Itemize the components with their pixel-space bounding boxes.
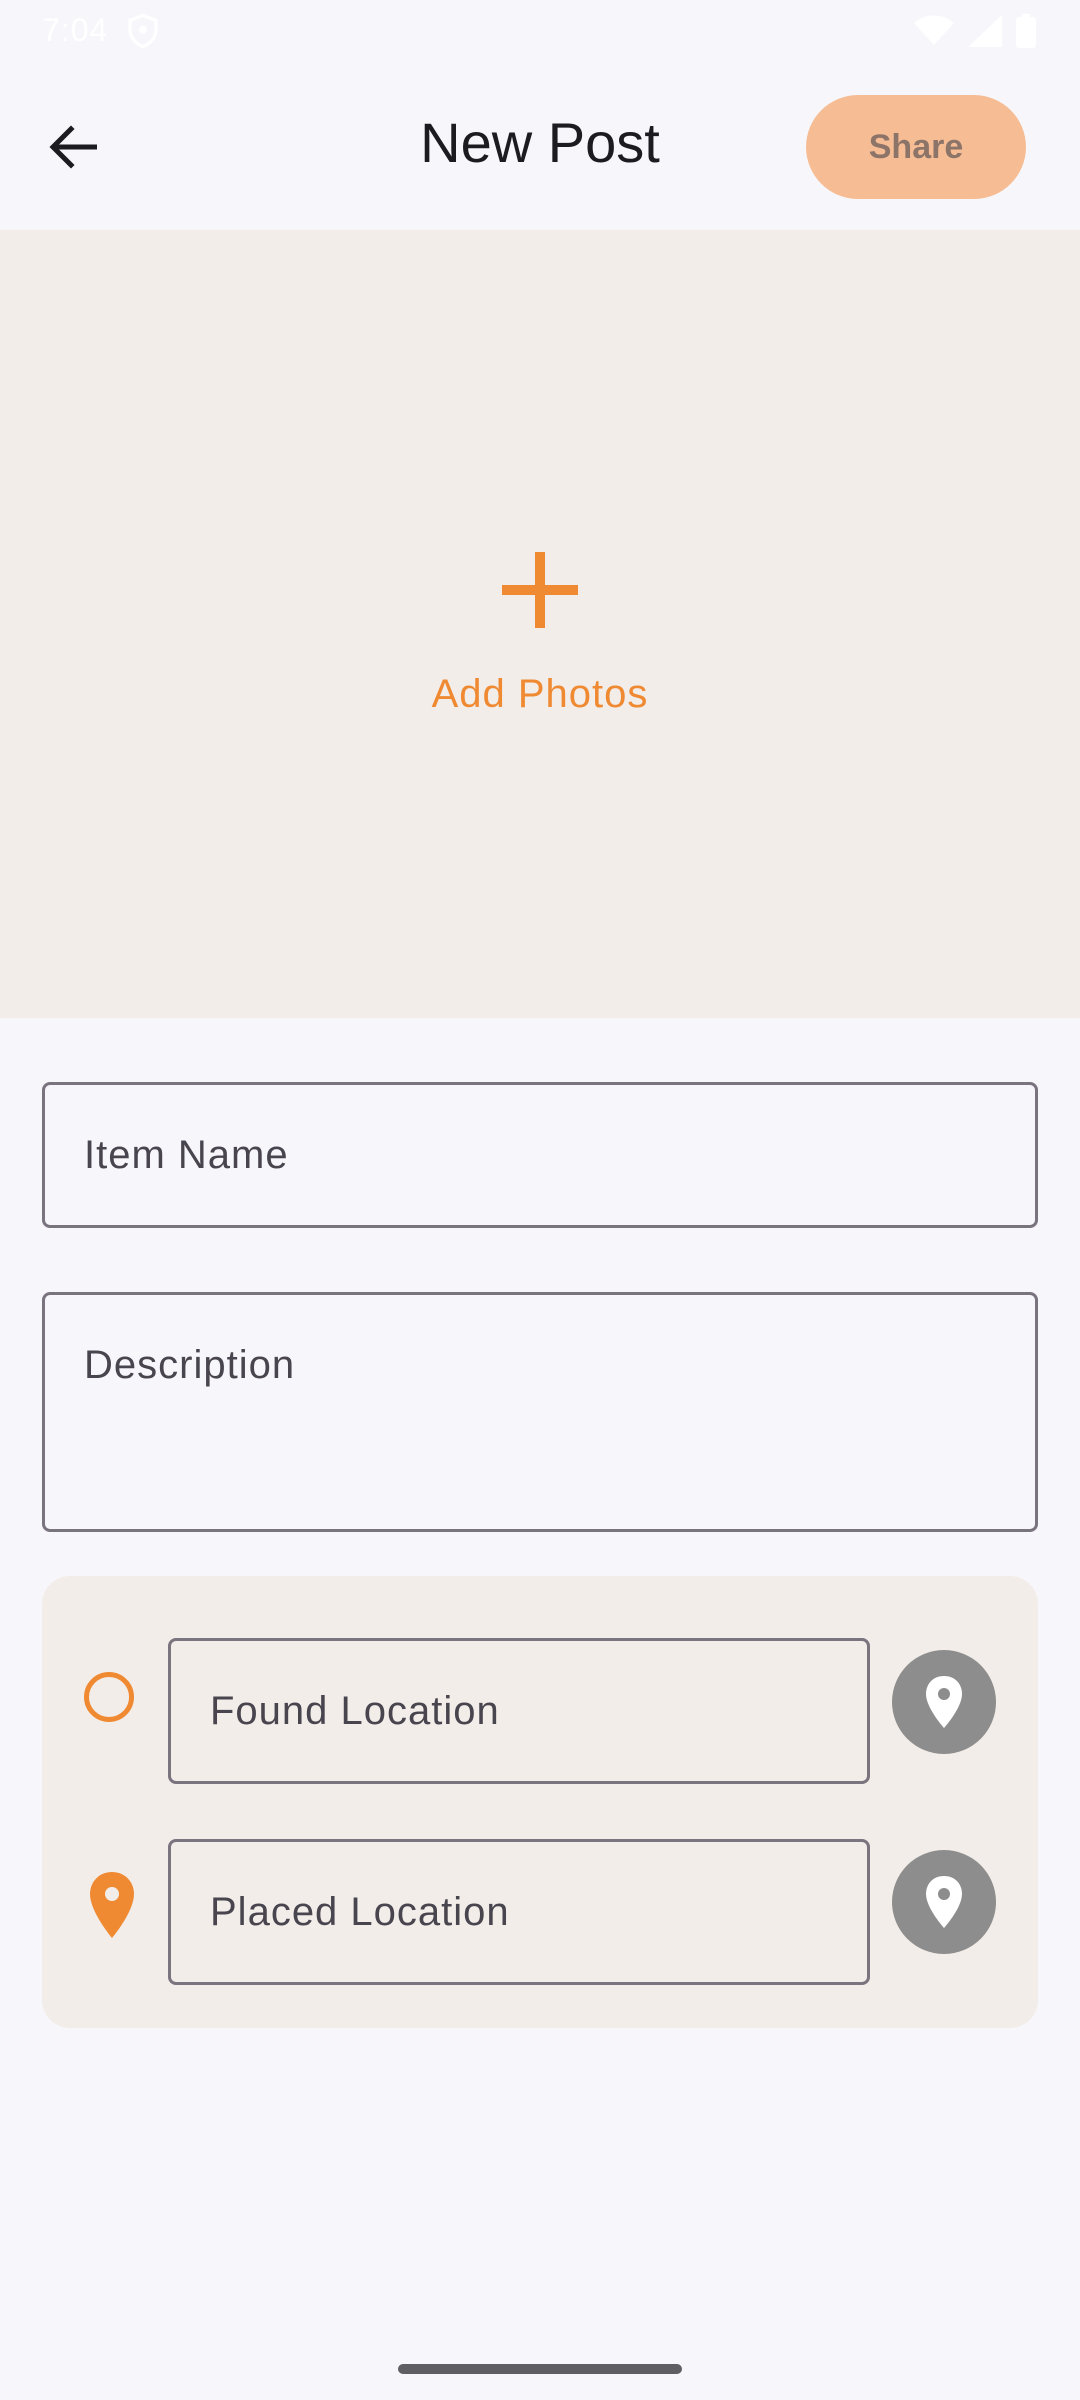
pick-found-location-button[interactable] [892,1650,996,1754]
pick-placed-location-button[interactable] [892,1850,996,1954]
placed-location-pin-icon[interactable] [88,1870,136,1940]
placed-location-field[interactable]: Placed Location [168,1839,870,1985]
description-field[interactable]: Description [42,1292,1038,1532]
plus-icon [502,552,578,628]
share-button[interactable]: Share [806,95,1026,199]
status-time: 7:04 [42,12,109,48]
item-name-label: Item Name [84,1133,289,1177]
battery-icon [1016,14,1036,48]
add-photos-label: Add Photos [431,672,649,716]
add-photos-area[interactable]: Add Photos [0,230,1080,1018]
wifi-icon [914,15,954,45]
found-location-radio-icon[interactable] [84,1672,134,1722]
status-bar: 7:04 [0,0,1080,60]
map-pin-icon [926,1876,962,1928]
map-pin-icon [926,1676,962,1728]
placed-location-label: Placed Location [210,1890,510,1934]
item-name-field[interactable]: Item Name [42,1082,1038,1228]
home-indicator[interactable] [398,2364,682,2374]
signal-icon [968,15,1002,47]
status-icons [914,14,1036,48]
top-app-bar: New Post Share [0,60,1080,230]
found-location-field[interactable]: Found Location [168,1638,870,1784]
description-label: Description [84,1343,296,1387]
location-card: Found Location Placed Location [42,1576,1038,2028]
shield-icon [128,14,158,48]
found-location-label: Found Location [210,1689,500,1733]
